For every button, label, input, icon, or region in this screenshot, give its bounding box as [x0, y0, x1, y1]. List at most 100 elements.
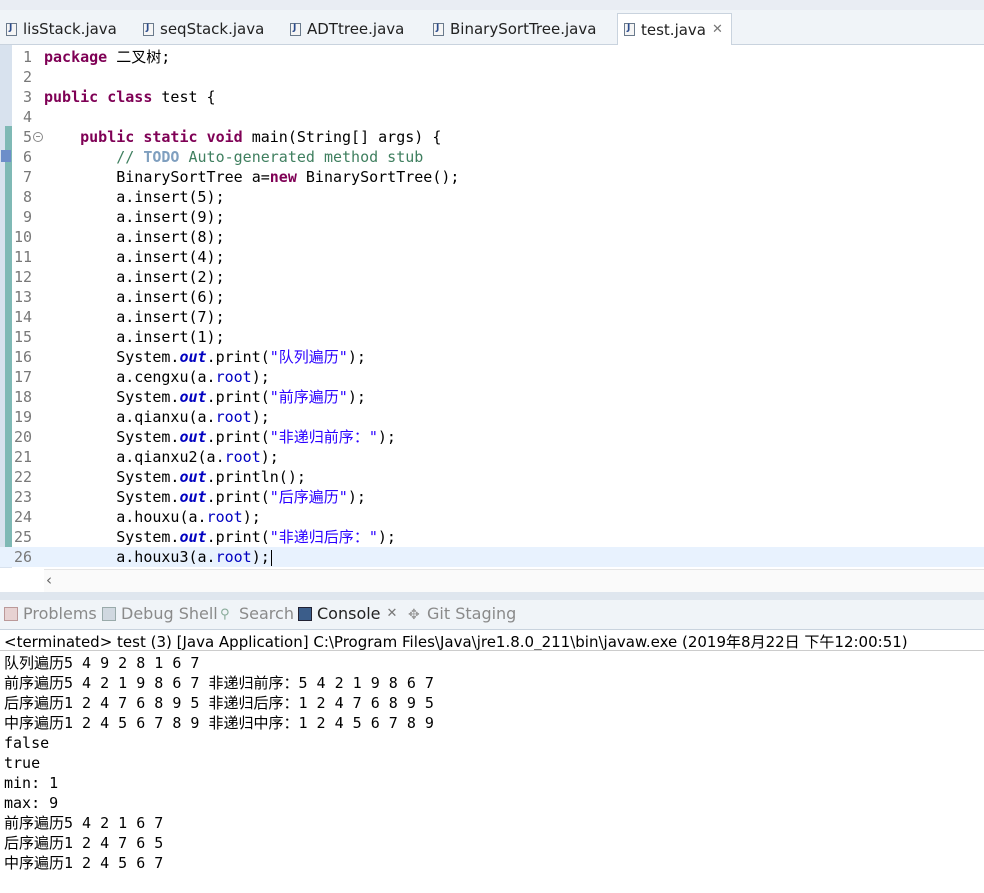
- line-number: 3: [22, 88, 32, 106]
- fold-toggle-icon[interactable]: −: [33, 132, 43, 142]
- tab-adttree[interactable]: ADTtree.java: [290, 14, 404, 44]
- close-icon[interactable]: ✕: [387, 606, 398, 621]
- code-token: "后序遍历": [269, 488, 348, 506]
- code-token: out: [179, 528, 207, 546]
- task-marker-icon[interactable]: [1, 150, 11, 162]
- line-number: 4: [22, 108, 32, 126]
- code-line[interactable]: 21 a.qianxu2(a.root);: [0, 447, 984, 467]
- chevron-left-icon[interactable]: ‹: [46, 571, 52, 589]
- console-line: min: 1: [4, 774, 59, 792]
- text-cursor: [270, 549, 272, 566]
- line-number: 19: [13, 408, 32, 426]
- code-text: a.houxu3(a.root);: [44, 547, 272, 567]
- code-line[interactable]: 13 a.insert(6);: [0, 287, 984, 307]
- code-line[interactable]: 8 a.insert(5);: [0, 187, 984, 207]
- code-line[interactable]: 16 System.out.print("队列遍历");: [0, 347, 984, 367]
- code-token: a.insert(7);: [44, 308, 225, 326]
- tab-test[interactable]: test.java ✕: [617, 13, 732, 46]
- line-number: 25: [13, 528, 32, 546]
- code-token: "非递归后序：": [269, 528, 378, 546]
- code-line[interactable]: 10 a.insert(8);: [0, 227, 984, 247]
- code-token: .print(: [206, 348, 270, 366]
- code-text: a.insert(7);: [44, 307, 225, 327]
- line-number: 23: [13, 488, 32, 506]
- code-token: root: [224, 448, 261, 466]
- code-line[interactable]: 25 System.out.print("非递归后序：");: [0, 527, 984, 547]
- code-text: System.out.print("非递归后序：");: [44, 527, 396, 547]
- problems-icon: [4, 606, 18, 621]
- code-line[interactable]: 6 // TODO Auto-generated method stub: [0, 147, 984, 167]
- console-output[interactable]: 队列遍历5 4 9 2 8 1 6 7 前序遍历5 4 2 1 9 8 6 7 非…: [0, 650, 984, 893]
- code-token: main(String[] args) {: [242, 128, 442, 146]
- code-line[interactable]: 2: [0, 67, 984, 87]
- code-token: void: [206, 128, 243, 146]
- code-token: out: [179, 348, 207, 366]
- tab-search[interactable]: ⚲ Search: [220, 604, 294, 623]
- code-text: System.out.print("非递归前序：");: [44, 427, 396, 447]
- code-token: root: [206, 508, 243, 526]
- code-line[interactable]: 5− public static void main(String[] args…: [0, 127, 984, 147]
- close-icon[interactable]: ✕: [712, 22, 723, 37]
- line-number: 9: [22, 208, 32, 226]
- code-token: a.insert(2);: [44, 268, 225, 286]
- code-line[interactable]: 11 a.insert(4);: [0, 247, 984, 267]
- tab-problems[interactable]: Problems: [4, 604, 97, 623]
- code-token: a.insert(4);: [44, 248, 225, 266]
- code-line[interactable]: 3 public class test {: [0, 87, 984, 107]
- code-line[interactable]: 4: [0, 107, 984, 127]
- code-line[interactable]: 26 a.houxu3(a.root);: [0, 547, 984, 567]
- code-token: a.insert(1);: [44, 328, 225, 346]
- code-text: System.out.print("队列遍历");: [44, 347, 366, 367]
- code-token: a.qianxu2(a.: [44, 448, 225, 466]
- code-line[interactable]: 15 a.insert(1);: [0, 327, 984, 347]
- code-token: root: [215, 408, 252, 426]
- tab-lisstack[interactable]: lisStack.java: [6, 14, 117, 44]
- tab-console[interactable]: Console ✕: [298, 604, 397, 623]
- code-line[interactable]: 23 System.out.print("后序遍历");: [0, 487, 984, 507]
- code-line[interactable]: 20 System.out.print("非递归前序：");: [0, 427, 984, 447]
- tab-binarysorttree[interactable]: BinarySortTree.java: [433, 14, 596, 44]
- line-number: 6: [22, 148, 32, 166]
- line-number: 17: [13, 368, 32, 386]
- editor-horizontal-scrollbar[interactable]: ‹: [44, 569, 984, 592]
- code-line[interactable]: 7 BinarySortTree a=new BinarySortTree();: [0, 167, 984, 187]
- code-text: a.cengxu(a.root);: [44, 367, 270, 387]
- code-line[interactable]: 14 a.insert(7);: [0, 307, 984, 327]
- code-token: root: [215, 368, 252, 386]
- console-line: 队列遍历5 4 9 2 8 1 6 7: [4, 654, 200, 672]
- code-token: //: [116, 148, 144, 166]
- code-line[interactable]: 18 System.out.print("前序遍历");: [0, 387, 984, 407]
- code-line[interactable]: 19 a.qianxu(a.root);: [0, 407, 984, 427]
- line-number: 13: [13, 288, 32, 306]
- debug-shell-icon: [102, 606, 116, 621]
- code-line[interactable]: 22 System.out.println();: [0, 467, 984, 487]
- code-token: );: [347, 388, 366, 406]
- code-text: a.qianxu2(a.root);: [44, 447, 279, 467]
- code-token: a.insert(5);: [44, 188, 225, 206]
- console-line: 后序遍历1 2 4 7 6 5: [4, 834, 164, 852]
- code-text: public class test {: [44, 87, 216, 107]
- code-line[interactable]: 17 a.cengxu(a.root);: [0, 367, 984, 387]
- tab-git-staging[interactable]: ✥ Git Staging: [408, 604, 516, 623]
- code-token: );: [377, 528, 396, 546]
- code-token: );: [251, 408, 270, 426]
- code-editor[interactable]: 1 package 二叉树; 2 3 public class test {4 5− pu…: [0, 45, 984, 568]
- panel-divider[interactable]: [0, 592, 984, 600]
- code-line[interactable]: 24 a.houxu(a.root);: [0, 507, 984, 527]
- code-token: );: [377, 428, 396, 446]
- tab-debug-shell[interactable]: Debug Shell: [102, 604, 218, 623]
- console-line: 中序遍历1 2 4 5 6 7: [4, 854, 164, 872]
- code-line[interactable]: 1 package 二叉树;: [0, 47, 984, 67]
- code-token: a.insert(6);: [44, 288, 225, 306]
- view-tab-bar: Problems Debug Shell ⚲ Search Console ✕ …: [0, 600, 984, 630]
- console-line: true: [4, 754, 41, 772]
- code-text: a.insert(9);: [44, 207, 224, 227]
- code-token: a.cengxu(a.: [44, 368, 216, 386]
- code-line[interactable]: 9 a.insert(9);: [0, 207, 984, 227]
- code-token: .print(: [206, 488, 270, 506]
- code-line[interactable]: 12 a.insert(2);: [0, 267, 984, 287]
- tab-label: Search: [239, 604, 294, 623]
- tab-seqstack[interactable]: seqStack.java: [143, 14, 264, 44]
